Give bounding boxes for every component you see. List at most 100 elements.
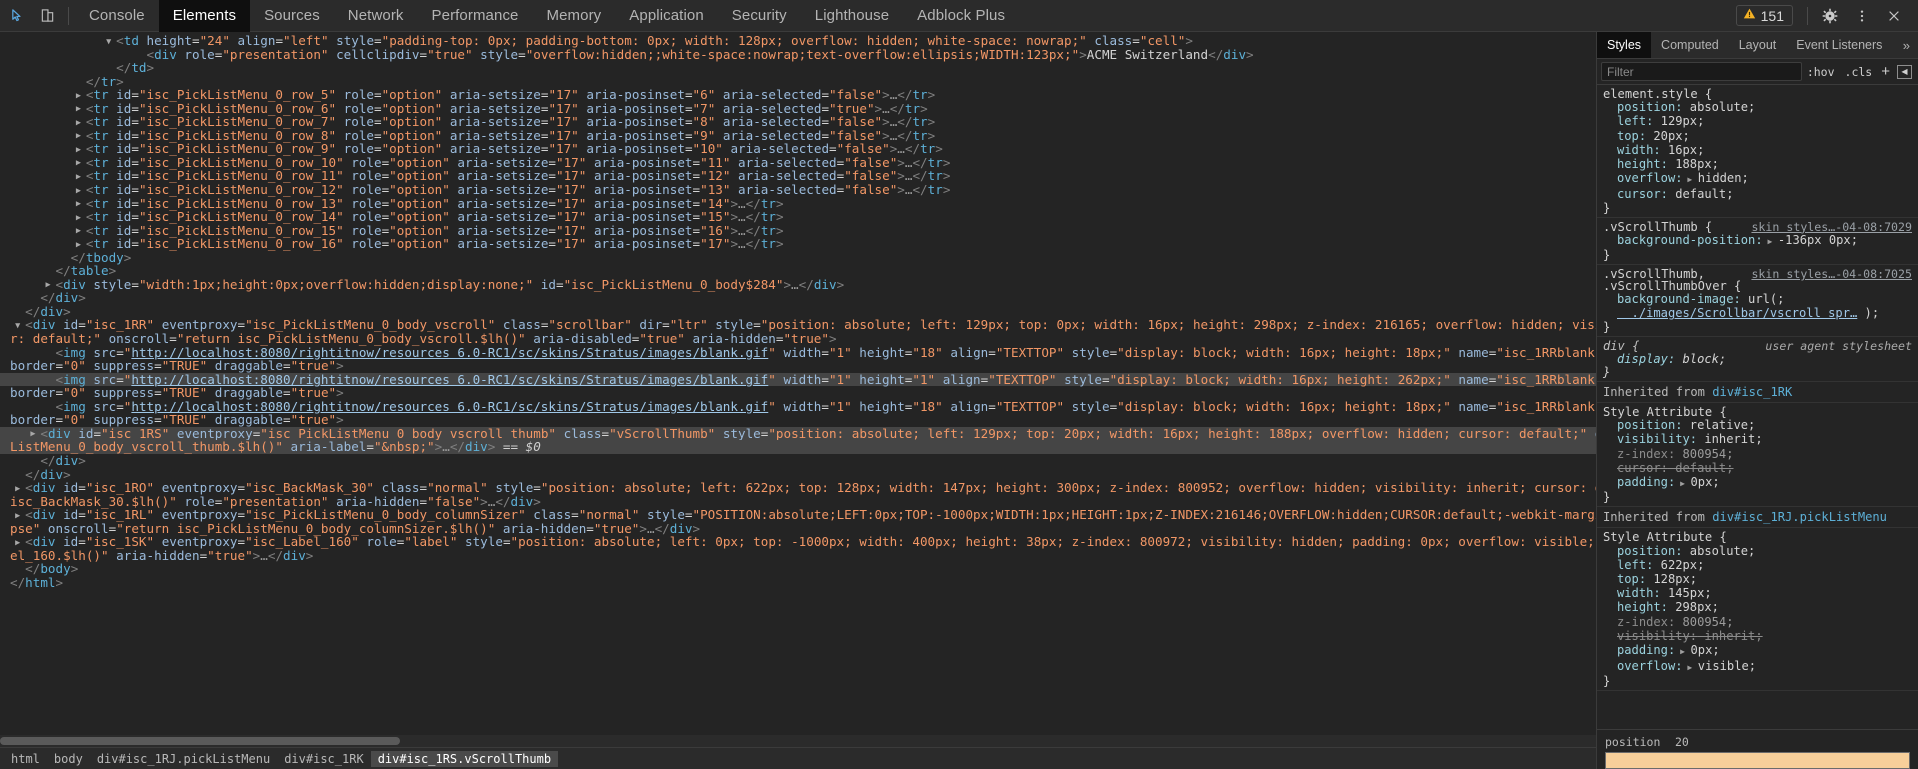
css-property-name[interactable]: height:	[1617, 600, 1668, 614]
css-selector[interactable]: Style Attribute {	[1603, 531, 1727, 543]
tab-network[interactable]: Network	[334, 0, 418, 32]
css-property-name[interactable]: display:	[1617, 352, 1675, 366]
breadcrumb-item[interactable]: div#isc_1RS.vScrollThumb	[370, 750, 559, 767]
css-declaration[interactable]: padding: ▶ 0px;	[1603, 475, 1918, 491]
css-declaration[interactable]: position: relative;	[1603, 418, 1918, 432]
styles-tabs-overflow-button[interactable]: »	[1895, 32, 1918, 58]
dom-node-row[interactable]: </div>	[0, 454, 1596, 468]
inherited-from-element[interactable]: div#isc_1RK	[1712, 385, 1792, 399]
tab-elements[interactable]: Elements	[158, 0, 251, 32]
css-property-name[interactable]: position:	[1617, 418, 1683, 432]
dom-node-row[interactable]: border="0" suppress="TRUE" draggable="tr…	[0, 413, 1596, 427]
css-property-name[interactable]: position:	[1617, 544, 1683, 558]
dom-node-selected[interactable]: ListMenu_0_body_vscroll_thumb.$lh()" ari…	[0, 440, 1596, 454]
css-declaration[interactable]: overflow: ▶ visible;	[1603, 659, 1918, 675]
css-property-name[interactable]: visibility:	[1617, 629, 1697, 643]
styles-filter-input[interactable]	[1601, 62, 1802, 81]
css-declaration[interactable]: cursor: default;	[1603, 187, 1918, 201]
dom-node-row[interactable]: ▶ <tr id="isc_PickListMenu_0_row_10" role…	[0, 156, 1596, 170]
dom-node-row[interactable]: </div>	[0, 291, 1596, 305]
panel-toggle-icon[interactable]: ◀	[1897, 64, 1912, 79]
css-property-value[interactable]: 128px;	[1646, 572, 1697, 586]
dom-node-row[interactable]: border="0" suppress="TRUE" draggable="tr…	[0, 359, 1596, 373]
tab-application[interactable]: Application	[615, 0, 717, 32]
breadcrumb-item[interactable]: html	[4, 751, 47, 767]
css-property-name[interactable]: top:	[1617, 129, 1646, 143]
breadcrumb-item[interactable]: div#isc_1RK	[277, 751, 370, 767]
css-property-value[interactable]: 298px;	[1668, 600, 1719, 614]
dom-node-row[interactable]: ▶ <tr id="isc_PickListMenu_0_row_8" role=…	[0, 129, 1596, 143]
dom-node-row[interactable]: </div>	[0, 467, 1596, 482]
css-property-value[interactable]: 0px;	[1683, 643, 1720, 657]
css-declaration[interactable]: position: absolute;	[1603, 100, 1918, 114]
css-property-value[interactable]: hidden;	[1691, 171, 1749, 185]
dom-node-row[interactable]: ▶ <tr id="isc_PickListMenu_0_row_6" role=…	[0, 101, 1596, 116]
dom-node-row[interactable]: ▼ <div id="isc_1RR" eventproxy="isc_PickL…	[0, 318, 1596, 332]
inspect-cursor-icon[interactable]	[2, 2, 32, 30]
css-property-value[interactable]: url(;	[1741, 292, 1784, 306]
css-property-value[interactable]: visible;	[1691, 659, 1756, 673]
hov-button[interactable]: :hov	[1802, 65, 1840, 79]
dom-node-row[interactable]: </div>	[0, 305, 1596, 319]
expand-value-triangle-icon[interactable]: ▶	[1683, 173, 1692, 187]
tab-security[interactable]: Security	[718, 0, 801, 32]
inherited-from-element[interactable]: div#isc_1RJ.pickListMenu	[1712, 510, 1887, 524]
dom-node-row[interactable]: r: default;" onscroll="return isc_PickLi…	[0, 332, 1596, 346]
css-property-value[interactable]: relative;	[1683, 418, 1756, 432]
tab-console[interactable]: Console	[75, 0, 159, 32]
dom-node-row[interactable]: <img src="http://localhost:8080/rightitn…	[0, 399, 1597, 414]
dom-node-row[interactable]: ▶ <tr id="isc_PickListMenu_0_row_13" role…	[0, 196, 1596, 211]
css-property-value[interactable]: inherit;	[1697, 629, 1762, 643]
dom-node-row[interactable]: ▶ <tr id="isc_PickListMenu_0_row_15" role…	[0, 223, 1596, 238]
styles-tab-layout[interactable]: Layout	[1729, 32, 1787, 58]
css-property-value[interactable]: absolute;	[1683, 100, 1756, 114]
css-declaration[interactable]: visibility: inherit;	[1603, 629, 1918, 643]
css-declaration[interactable]: z-index: 800954;	[1603, 447, 1918, 461]
css-declaration[interactable]: width: 16px;	[1603, 143, 1918, 157]
css-property-name[interactable]: overflow:	[1617, 171, 1683, 185]
dom-node-row[interactable]: </td>	[0, 61, 1596, 75]
dom-node-row[interactable]: ▶ <tr id="isc_PickListMenu_0_row_11" role…	[0, 169, 1596, 183]
dom-node-row[interactable]: ▶ <tr id="isc_PickListMenu_0_row_14" role…	[0, 210, 1596, 224]
tab-lighthouse[interactable]: Lighthouse	[801, 0, 903, 32]
css-property-value[interactable]: 0px;	[1683, 475, 1720, 489]
css-declaration[interactable]: height: 188px;	[1603, 157, 1918, 171]
dom-node-row[interactable]: ▶ <div id="isc_1RL" eventproxy="isc_PickL…	[0, 508, 1596, 522]
dom-horizontal-scrollbar[interactable]	[0, 735, 1596, 747]
styles-tab-computed[interactable]: Computed	[1651, 32, 1729, 58]
css-selector[interactable]: div {	[1603, 340, 1639, 352]
scrollbar-thumb[interactable]	[0, 737, 400, 745]
new-style-rule-button[interactable]: +	[1877, 64, 1894, 79]
css-declaration[interactable]: height: 298px;	[1603, 600, 1918, 614]
css-property-value[interactable]: 800954;	[1675, 447, 1734, 461]
css-property-name[interactable]: width:	[1617, 586, 1661, 600]
dom-node-row[interactable]: ▶ <tr id="isc_PickListMenu_0_row_9" role=…	[0, 142, 1596, 156]
css-property-value[interactable]: 16px;	[1661, 143, 1704, 157]
dom-node-row[interactable]: ▶ <tr id="isc_PickListMenu_0_row_12" role…	[0, 183, 1596, 197]
css-property-value[interactable]: inherit;	[1697, 432, 1762, 446]
css-property-value[interactable]: 622px;	[1653, 558, 1705, 572]
css-declaration[interactable]: background-image: url(;	[1603, 292, 1918, 306]
dom-node-row[interactable]: </table>	[0, 264, 1596, 278]
css-property-name[interactable]: cursor:	[1617, 187, 1668, 201]
breadcrumb-item[interactable]: body	[47, 751, 90, 767]
css-declaration[interactable]: width: 145px;	[1603, 586, 1918, 600]
dom-node-row[interactable]: ▶ <div style="width:1px;height:0px;overfl…	[0, 278, 1596, 292]
expand-value-triangle-icon[interactable]: ▶	[1763, 235, 1772, 249]
dom-node-row[interactable]: <div role="presentation" cellclipdiv="tr…	[0, 47, 1596, 62]
css-declaration[interactable]: left: 622px;	[1603, 558, 1918, 572]
dom-node-row[interactable]: </tbody>	[0, 250, 1596, 265]
dom-node-selected[interactable]: ▶ <div id="isc_1RS" eventproxy="isc_PickL…	[0, 427, 1596, 441]
styles-tab-event-listeners[interactable]: Event Listeners	[1786, 32, 1892, 58]
css-property-value[interactable]: default;	[1668, 187, 1733, 201]
tab-adblock-plus[interactable]: Adblock Plus	[903, 0, 1019, 32]
close-icon[interactable]	[1878, 2, 1910, 30]
css-declaration[interactable]: overflow: ▶ hidden;	[1603, 171, 1918, 187]
dom-node-row[interactable]: ▶ <tr id="isc_PickListMenu_0_row_7" role=…	[0, 115, 1596, 129]
css-property-name[interactable]: background-image:	[1617, 292, 1741, 306]
css-property-name[interactable]: width:	[1617, 143, 1661, 157]
css-property-name[interactable]: position:	[1617, 100, 1683, 114]
dom-node-row[interactable]: <img src="http://localhost:8080/rightitn…	[0, 372, 1596, 387]
css-property-name[interactable]: overflow:	[1617, 659, 1683, 673]
css-property-value[interactable]: block;	[1675, 352, 1727, 366]
